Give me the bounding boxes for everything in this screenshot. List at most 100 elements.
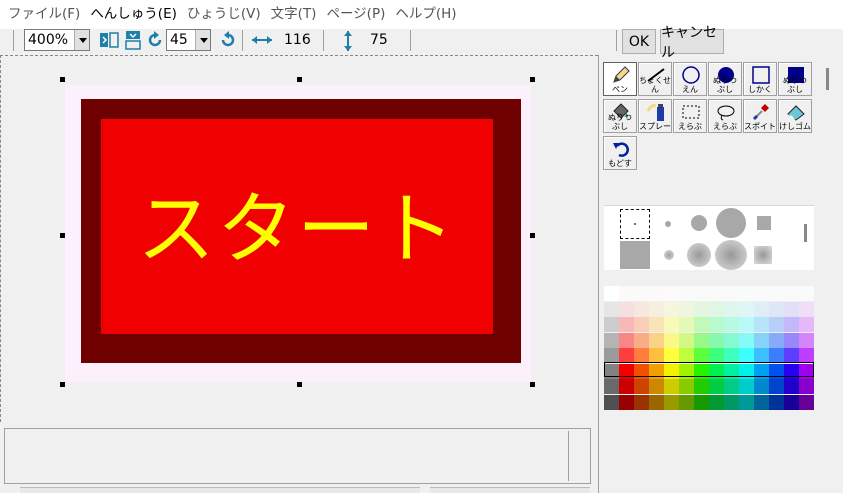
palette-color[interactable] [739,379,754,394]
palette-color[interactable] [634,348,649,363]
palette-color[interactable] [769,394,784,410]
palette-color[interactable] [604,286,619,301]
palette-color[interactable] [664,332,679,348]
palette-color[interactable] [754,394,769,410]
tool-circle[interactable]: えん [673,62,707,96]
palette-color[interactable] [649,286,664,301]
palette-color[interactable] [679,332,694,348]
palette-color[interactable] [679,286,694,301]
palette-color[interactable] [769,317,784,332]
brush-size-1[interactable] [634,223,636,225]
menu-help[interactable]: ヘルプ(H) [390,0,461,29]
palette-color[interactable] [754,301,769,317]
palette-color[interactable] [664,301,679,317]
brush-square-small[interactable] [757,216,771,230]
palette-color[interactable] [739,394,754,410]
palette-color[interactable] [754,348,769,363]
palette-color[interactable] [679,379,694,394]
palette-color[interactable] [799,379,814,394]
palette-color[interactable] [739,348,754,363]
rotate-angle-select[interactable]: 45 [166,29,211,51]
palette-color[interactable] [604,317,619,332]
tool-eyedropper[interactable]: スポイト [743,99,777,133]
brush-size-4[interactable] [716,208,746,238]
resize-handle-bottom[interactable] [297,382,302,387]
palette-color[interactable] [799,286,814,301]
palette-color[interactable] [784,301,799,317]
horizontal-scrollbar[interactable] [20,487,420,493]
palette-color[interactable] [634,332,649,348]
palette-color[interactable] [799,348,814,363]
palette-color[interactable] [619,332,634,348]
resize-handle-bottom-right[interactable] [530,382,535,387]
ok-button[interactable]: OK [622,29,656,54]
menu-file[interactable]: ファイル(F) [3,0,85,29]
palette-color[interactable] [784,317,799,332]
resize-handle-top-right[interactable] [530,77,535,82]
palette-color[interactable] [709,301,724,317]
palette-color[interactable] [664,348,679,363]
tool-circle-fill[interactable]: ぬりつぶし [708,62,742,96]
palette-color[interactable] [784,332,799,348]
palette-color[interactable] [634,379,649,394]
palette-color[interactable] [694,286,709,301]
tool-rect[interactable]: しかく [743,62,777,96]
palette-color[interactable] [604,332,619,348]
palette-color[interactable] [664,394,679,410]
tool-line[interactable]: ちょくせん [638,62,672,96]
palette-color[interactable] [799,332,814,348]
palette-color[interactable] [694,332,709,348]
palette-color[interactable] [619,394,634,410]
palette-color[interactable] [679,317,694,332]
palette-color[interactable] [784,394,799,410]
palette-color[interactable] [724,379,739,394]
palette-color[interactable] [604,394,619,410]
palette-color[interactable] [649,332,664,348]
palette-color[interactable] [679,301,694,317]
palette-color[interactable] [664,286,679,301]
horizontal-scrollbar-2[interactable] [430,487,590,493]
palette-color[interactable] [619,301,634,317]
cancel-button[interactable]: キャンセル [660,25,724,61]
start-button-image[interactable]: スタート [101,119,493,334]
palette-color[interactable] [709,394,724,410]
resize-handle-top[interactable] [297,77,302,82]
palette-color[interactable] [739,286,754,301]
palette-color[interactable] [619,286,634,301]
palette-color[interactable] [799,394,814,410]
palette-color[interactable] [649,348,664,363]
menu-view[interactable]: ひょうじ(V) [182,0,266,29]
palette-color[interactable] [619,348,634,363]
brush-square-large[interactable] [620,241,650,269]
palette-color[interactable] [799,301,814,317]
palette-color[interactable] [754,332,769,348]
palette-color[interactable] [709,317,724,332]
palette-color[interactable] [694,317,709,332]
palette-color[interactable] [769,379,784,394]
chevron-down-icon[interactable] [195,30,210,50]
palette-color[interactable] [649,317,664,332]
zoom-select[interactable]: 400% [24,29,90,51]
palette-color[interactable] [664,379,679,394]
brush-soft-1[interactable] [664,250,674,260]
palette-color[interactable] [724,394,739,410]
palette-color[interactable] [634,286,649,301]
brush-soft-2[interactable] [687,243,711,267]
palette-color[interactable] [739,317,754,332]
palette-color[interactable] [769,332,784,348]
palette-color[interactable] [754,379,769,394]
rotate-left-icon[interactable] [218,30,238,50]
palette-color[interactable] [604,379,619,394]
resize-handle-top-left[interactable] [60,77,65,82]
tools-scrollbar[interactable] [826,68,829,90]
palette-color[interactable] [619,379,634,394]
tool-select-lasso[interactable]: えらぶ [708,99,742,133]
chevron-down-icon[interactable] [74,30,89,50]
palette-color[interactable] [604,301,619,317]
menu-edit[interactable]: へんしゅう(E) [85,0,182,29]
palette-color[interactable] [784,379,799,394]
palette-color[interactable] [679,394,694,410]
palette-color[interactable] [784,348,799,363]
palette-color[interactable] [694,394,709,410]
palette-color[interactable] [604,348,619,363]
